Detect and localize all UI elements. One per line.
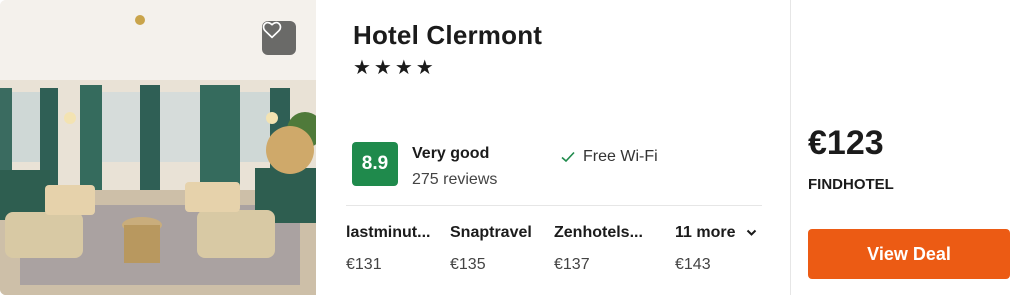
hotel-info: Hotel Clermont ★★★★ 8.9 Very good 275 re… — [316, 0, 790, 295]
provider-price: €135 — [450, 256, 486, 273]
hotel-result-card[interactable]: Hotel Clermont ★★★★ 8.9 Very good 275 re… — [0, 0, 1024, 295]
review-score-badge: 8.9 — [352, 142, 398, 186]
star-rating: ★★★★ — [353, 57, 437, 79]
provider-name: Zenhotels... — [554, 224, 643, 241]
amenity-label: Free Wi-Fi — [583, 148, 658, 165]
provider-offer[interactable]: lastminut... €131 — [346, 224, 430, 274]
chevron-down-icon — [746, 229, 757, 236]
provider-price: €143 — [675, 256, 711, 273]
hotel-photo[interactable] — [0, 0, 316, 295]
rating-label: Very good — [412, 145, 490, 162]
favorite-button[interactable] — [262, 21, 296, 55]
divider — [346, 205, 762, 206]
best-provider-name: FINDHOTEL — [808, 176, 894, 193]
more-providers-button[interactable]: 11 more €143 — [675, 224, 757, 274]
provider-offer[interactable]: Zenhotels... €137 — [554, 224, 643, 274]
checkmark-icon — [561, 151, 575, 163]
view-deal-button[interactable]: View Deal — [808, 229, 1010, 279]
heart-icon — [262, 21, 282, 39]
provider-name: lastminut... — [346, 224, 431, 241]
best-price: €123 — [808, 124, 884, 162]
review-count[interactable]: 275 reviews — [412, 171, 497, 189]
provider-price: €137 — [554, 256, 590, 273]
provider-offer[interactable]: Snaptravel €135 — [450, 224, 532, 274]
more-providers-label: 11 more — [675, 224, 757, 242]
hotel-name[interactable]: Hotel Clermont — [353, 20, 542, 51]
amenity-item: Free Wi-Fi — [561, 148, 658, 166]
best-deal: €123 FINDHOTEL View Deal — [790, 0, 1024, 295]
provider-price: €131 — [346, 256, 382, 273]
provider-name: Snaptravel — [450, 224, 532, 241]
